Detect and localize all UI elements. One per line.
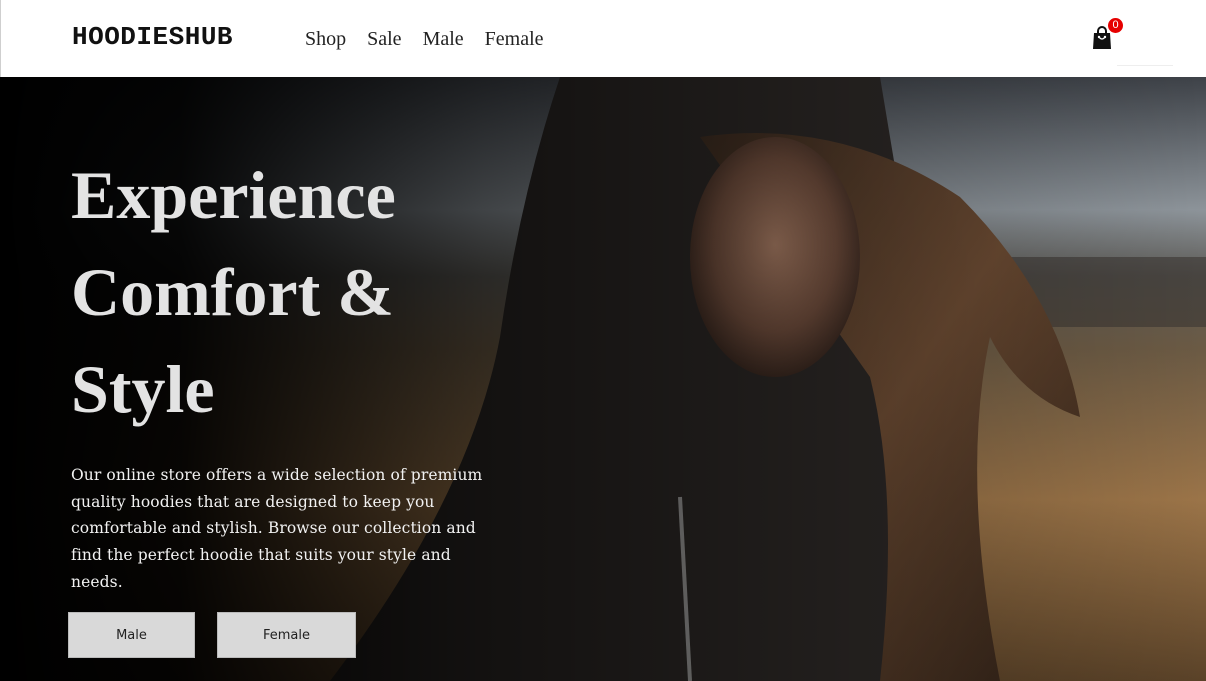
main-nav: Shop Sale Male Female [305, 28, 565, 51]
nav-link-shop[interactable]: Shop [305, 28, 346, 51]
cart-count-badge: 0 [1108, 18, 1123, 33]
shop-male-button[interactable]: Male [68, 612, 195, 658]
nav-link-sale[interactable]: Sale [367, 28, 401, 51]
shop-female-button[interactable]: Female [217, 612, 356, 658]
brand-logo[interactable]: HOODIESHUB [72, 22, 233, 52]
hero-headline-line-2: Comfort & [71, 254, 394, 330]
nav-link-male[interactable]: Male [423, 28, 464, 51]
hero-section: Experience Comfort & Style Our online st… [0, 77, 1206, 681]
site-header: HOODIESHUB Shop Sale Male Female 0 [0, 0, 1206, 77]
header-divider [1117, 65, 1173, 66]
hero-description: Our online store offers a wide selection… [71, 466, 483, 591]
hero-headline-line-1: Experience [71, 157, 396, 233]
cart-button[interactable]: 0 [1091, 18, 1127, 54]
hero-headline: Experience Comfort & Style [71, 147, 511, 438]
nav-link-female[interactable]: Female [485, 28, 544, 51]
hero-headline-line-3: Style [71, 351, 215, 427]
